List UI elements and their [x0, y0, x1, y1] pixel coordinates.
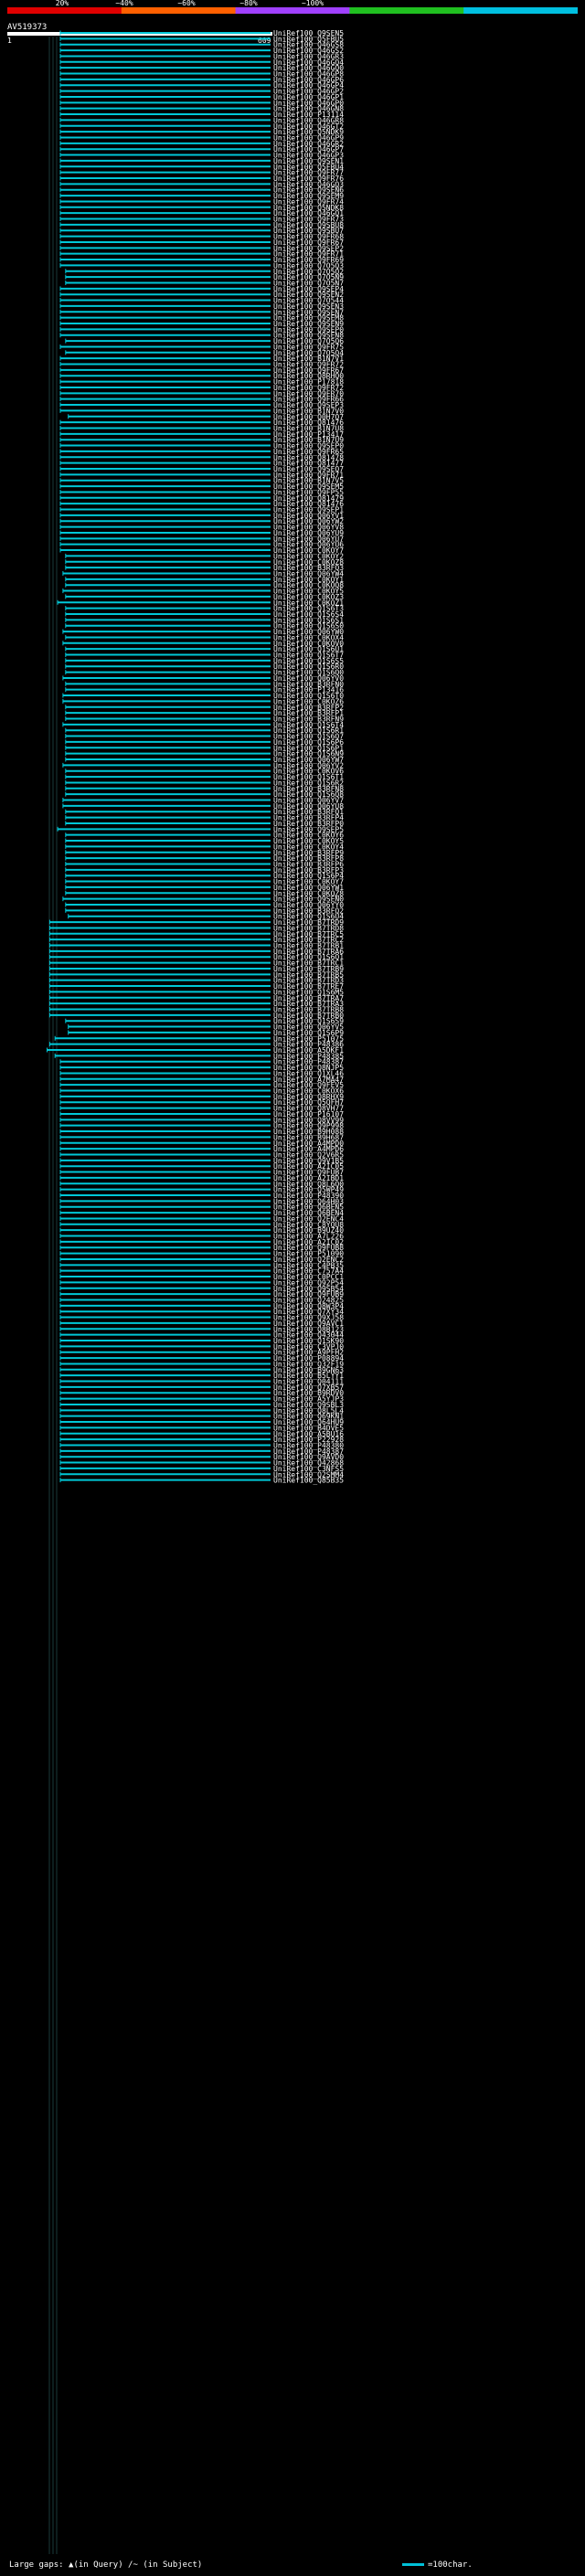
- large-gaps-label: Large gaps:: [9, 2560, 64, 2570]
- alignment-hits: UniRef100_Q9SEN5UniRef100_Q5FBU5UniRef10…: [47, 29, 344, 2554]
- in-query-label: (in Query): [73, 2560, 123, 2570]
- hit-accession-link[interactable]: UniRef100_Q85B35: [273, 1477, 344, 1485]
- scale-label: =100char.: [428, 2560, 473, 2570]
- in-subject-label: (in Subject): [143, 2560, 203, 2570]
- scale-legend: =100char.: [402, 2560, 473, 2570]
- footer-legend: Large gaps: ▲(in Query) /~ (in Subject): [9, 2560, 203, 2570]
- subject-gap-icon: ~: [133, 2560, 138, 2570]
- scale-swatch: [402, 2563, 424, 2566]
